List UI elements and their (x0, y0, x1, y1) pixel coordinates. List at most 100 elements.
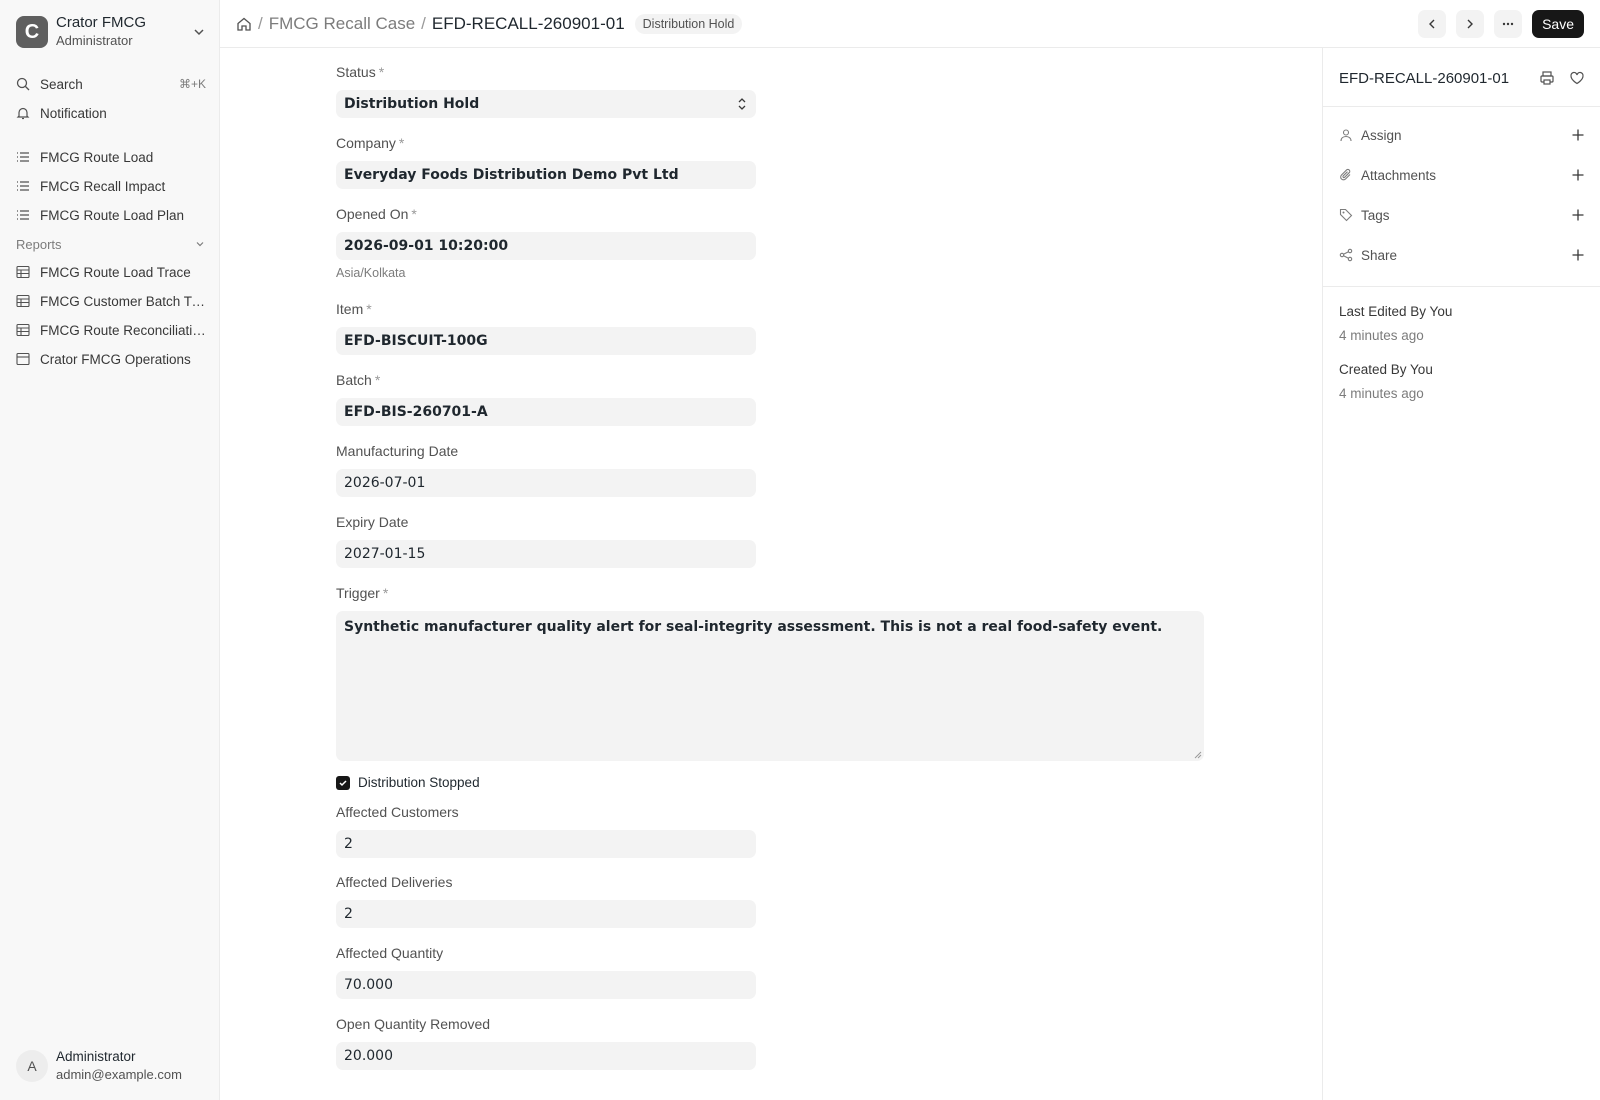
share-label: Share (1361, 247, 1398, 263)
chevron-updown-icon (738, 98, 746, 110)
home-icon[interactable] (236, 16, 252, 32)
table-icon (16, 265, 30, 279)
trigger-field: Trigger * Synthetic manufacturer quality … (336, 583, 1204, 761)
field-label: Open Quantity Removed (336, 1016, 491, 1032)
previous-button[interactable] (1418, 10, 1447, 38)
sidebar-report-crator-fmcg-operations[interactable]: Crator FMCG Operations (16, 347, 206, 371)
company-input[interactable]: Everyday Foods Distribution Demo Pvt Ltd (336, 161, 756, 189)
last-edited-label: Last Edited By You (1339, 304, 1453, 319)
expiry-date-input[interactable]: 2027-01-15 (336, 540, 756, 568)
trigger-value: Synthetic manufacturer quality alert for… (344, 619, 1163, 635)
batch-input[interactable]: EFD-BIS-260701-A (336, 398, 756, 426)
share-row[interactable]: Share (1339, 245, 1585, 265)
opened-on-input[interactable]: 2026-09-01 10:20:00 (336, 232, 756, 260)
more-actions-button[interactable] (1494, 10, 1523, 38)
chevron-down-icon (196, 242, 204, 247)
avatar: A (16, 1050, 48, 1082)
sidebar-item-fmcg-route-load-plan[interactable]: FMCG Route Load Plan (16, 203, 206, 227)
distribution-stopped-checkbox[interactable] (336, 775, 350, 790)
search-label: Search (40, 76, 83, 92)
open-quantity-removed-field: Open Quantity Removed 20.000 (336, 1014, 756, 1070)
list-icon (17, 181, 29, 191)
affected-quantity-input[interactable]: 70.000 (336, 971, 756, 999)
field-label: Manufacturing Date (336, 443, 459, 459)
table-icon (16, 323, 30, 337)
breadcrumb-separator: / (421, 14, 426, 33)
resize-grip-icon[interactable] (1194, 751, 1202, 759)
breadcrumb: / FMCG Recall Case / EFD-RECALL-260901-0… (236, 12, 743, 36)
affected-quantity-field: Affected Quantity 70.000 (336, 943, 756, 999)
printer-icon[interactable] (1539, 70, 1555, 86)
manufacturing-date-field: Manufacturing Date 2026-07-01 (336, 441, 756, 497)
user-email: admin@example.com (56, 1067, 182, 1082)
created-time: 4 minutes ago (1339, 386, 1424, 401)
form-area: Status * Distribution Hold Company * Every… (220, 48, 1322, 1100)
reports-section-toggle[interactable]: Reports (16, 234, 206, 254)
heart-icon[interactable] (1569, 70, 1585, 86)
more-horizontal-icon (1502, 22, 1514, 26)
workspace-name: Crator FMCG (56, 14, 146, 31)
sidebar-report-route-reconciliation[interactable]: FMCG Route Reconciliation (16, 318, 206, 342)
field-label: Batch * (336, 372, 381, 388)
check-icon (339, 779, 347, 786)
trigger-textarea[interactable]: Synthetic manufacturer quality alert for… (336, 611, 1204, 761)
workspace-switcher[interactable]: C Crator FMCG Administrator (16, 14, 206, 50)
sidebar-item-fmcg-recall-impact[interactable]: FMCG Recall Impact (16, 174, 206, 198)
tags-label: Tags (1361, 207, 1390, 223)
attachments-label: Attachments (1361, 167, 1437, 183)
workspace-logo: C (16, 16, 48, 48)
search-icon (16, 77, 30, 91)
item-input[interactable]: EFD-BISCUIT-100G (336, 327, 756, 355)
affected-customers-field: Affected Customers 2 (336, 802, 756, 858)
plus-icon[interactable] (1571, 248, 1585, 262)
expiry-date-field: Expiry Date 2027-01-15 (336, 512, 756, 568)
batch-field: Batch * EFD-BIS-260701-A (336, 370, 756, 426)
sidebar-item-fmcg-route-load[interactable]: FMCG Route Load (16, 145, 206, 169)
search-button[interactable]: Search ⌘+K (16, 72, 206, 96)
sidebar-item-label: Crator FMCG Operations (40, 351, 191, 367)
top-bar: / FMCG Recall Case / EFD-RECALL-260901-0… (220, 0, 1600, 48)
sidebar-item-label: FMCG Route Load (40, 149, 154, 165)
status-value: Distribution Hold (344, 96, 480, 112)
notification-button[interactable]: Notification (16, 101, 206, 125)
dashboard-icon (16, 352, 30, 366)
breadcrumb-separator: / (258, 14, 263, 33)
affected-customers-input[interactable]: 2 (336, 830, 756, 858)
user-menu[interactable]: A Administrator admin@example.com (16, 1048, 182, 1084)
distribution-stopped-field[interactable]: Distribution Stopped (336, 775, 480, 790)
field-label: Affected Deliveries (336, 874, 453, 890)
field-label: Item * (336, 301, 372, 317)
assign-row[interactable]: Assign (1339, 125, 1585, 145)
field-label: Opened On * (336, 206, 417, 222)
sidebar-item-label: FMCG Customer Batch Trace (40, 293, 206, 309)
save-button[interactable]: Save (1532, 10, 1584, 38)
divider (1323, 106, 1600, 107)
field-label: Affected Quantity (336, 945, 444, 961)
document-title: EFD-RECALL-260901-01 (1339, 69, 1510, 87)
assign-label: Assign (1361, 127, 1402, 143)
sidebar-item-label: FMCG Route Load Trace (40, 264, 191, 280)
reports-section-label: Reports (16, 236, 62, 252)
breadcrumb-parent[interactable]: FMCG Recall Case (269, 14, 415, 34)
status-select[interactable]: Distribution Hold (336, 90, 756, 118)
page-title: EFD-RECALL-260901-01 (431, 14, 625, 33)
field-label: Affected Customers (336, 804, 459, 820)
plus-icon[interactable] (1571, 168, 1585, 182)
sidebar: C Crator FMCG Administrator Search ⌘+K N… (0, 0, 220, 1100)
search-shortcut: ⌘+K (178, 77, 206, 91)
field-label: Company * (336, 135, 405, 151)
tags-row[interactable]: Tags (1339, 205, 1585, 225)
plus-icon[interactable] (1571, 208, 1585, 222)
next-button[interactable] (1456, 10, 1485, 38)
plus-icon[interactable] (1571, 128, 1585, 142)
manufacturing-date-input[interactable]: 2026-07-01 (336, 469, 756, 497)
item-field: Item * EFD-BISCUIT-100G (336, 299, 756, 355)
open-quantity-removed-input[interactable]: 20.000 (336, 1042, 756, 1070)
divider (1323, 286, 1600, 287)
attachments-row[interactable]: Attachments (1339, 165, 1585, 185)
sidebar-item-label: FMCG Recall Impact (40, 178, 166, 194)
affected-deliveries-input[interactable]: 2 (336, 900, 756, 928)
chevron-left-icon (1429, 19, 1435, 29)
sidebar-report-route-load-trace[interactable]: FMCG Route Load Trace (16, 260, 206, 284)
sidebar-report-customer-batch-trace[interactable]: FMCG Customer Batch Trace (16, 289, 206, 313)
